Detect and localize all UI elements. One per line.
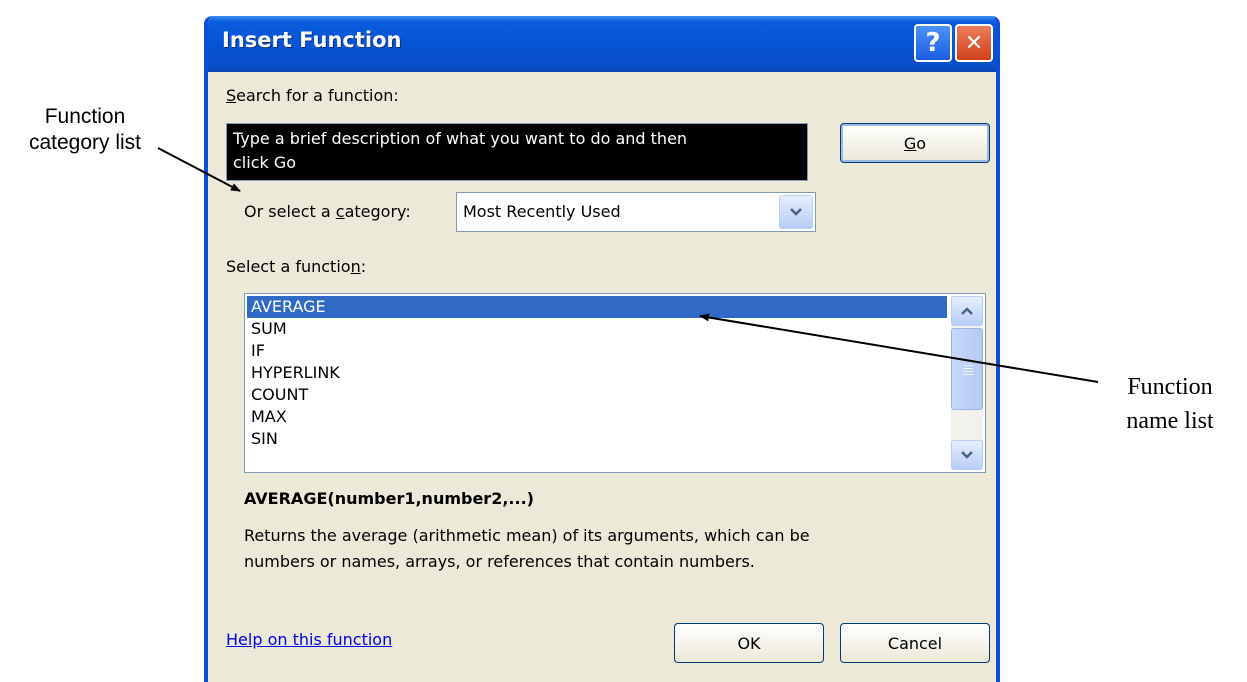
function-list-item[interactable]: IF [247, 340, 947, 362]
category-selected-value: Most Recently Used [463, 202, 621, 221]
function-list-item[interactable]: MAX [247, 406, 947, 428]
category-label: Or select a category: [244, 202, 411, 221]
chevron-down-icon [961, 451, 973, 459]
scroll-up-button[interactable] [951, 296, 983, 326]
function-list-label: Select a function: [226, 257, 367, 276]
go-button[interactable]: Go [840, 123, 990, 163]
help-button[interactable]: ? [914, 24, 952, 62]
annotation-category-line1: Function [44, 105, 126, 128]
category-select[interactable]: Most Recently Used [456, 192, 816, 232]
chevron-up-icon [961, 307, 973, 315]
function-list-item[interactable]: SIN [247, 428, 947, 450]
dialog-title: Insert Function [222, 28, 402, 52]
annotation-category-list: Function category list [10, 104, 160, 156]
list-scrollbar[interactable] [951, 296, 983, 470]
title-bar[interactable]: Insert Function ? ✕ [208, 16, 996, 72]
function-description: Returns the average (arithmetic mean) of… [244, 526, 810, 571]
scroll-thumb[interactable] [951, 328, 983, 410]
function-list-item[interactable]: HYPERLINK [247, 362, 947, 384]
function-syntax: AVERAGE(number1,number2,...) [244, 489, 534, 508]
chevron-down-icon [790, 208, 802, 216]
close-button[interactable]: ✕ [955, 24, 993, 62]
category-dropdown-button[interactable] [779, 195, 813, 229]
function-list-items: AVERAGE SUM IF HYPERLINK COUNT MAX SIN [247, 296, 947, 450]
search-input-line2: click Go [233, 153, 297, 172]
annotation-name-list: Function name list [1096, 370, 1244, 438]
annotation-name-line2: name list [1126, 408, 1214, 434]
close-icon: ✕ [964, 30, 984, 56]
function-list-item[interactable]: SUM [247, 318, 947, 340]
search-label: Search for a function: [226, 86, 399, 105]
ok-button[interactable]: OK [674, 623, 824, 663]
annotation-name-line1: Function [1127, 374, 1213, 400]
search-input-line1: Type a brief description of what you wan… [233, 129, 688, 148]
annotation-category-line2: category list [28, 131, 142, 154]
function-list-item[interactable]: COUNT [247, 384, 947, 406]
help-on-function-link[interactable]: Help on this function [226, 630, 392, 649]
help-icon: ? [925, 28, 941, 58]
insert-function-dialog: Insert Function ? ✕ Search for a functio… [204, 16, 1000, 682]
scroll-down-button[interactable] [951, 440, 983, 470]
function-listbox[interactable]: AVERAGE SUM IF HYPERLINK COUNT MAX SIN [244, 293, 986, 473]
cancel-button[interactable]: Cancel [840, 623, 990, 663]
search-input[interactable]: Type a brief description of what you wan… [226, 123, 808, 181]
function-list-item[interactable]: AVERAGE [247, 296, 947, 318]
